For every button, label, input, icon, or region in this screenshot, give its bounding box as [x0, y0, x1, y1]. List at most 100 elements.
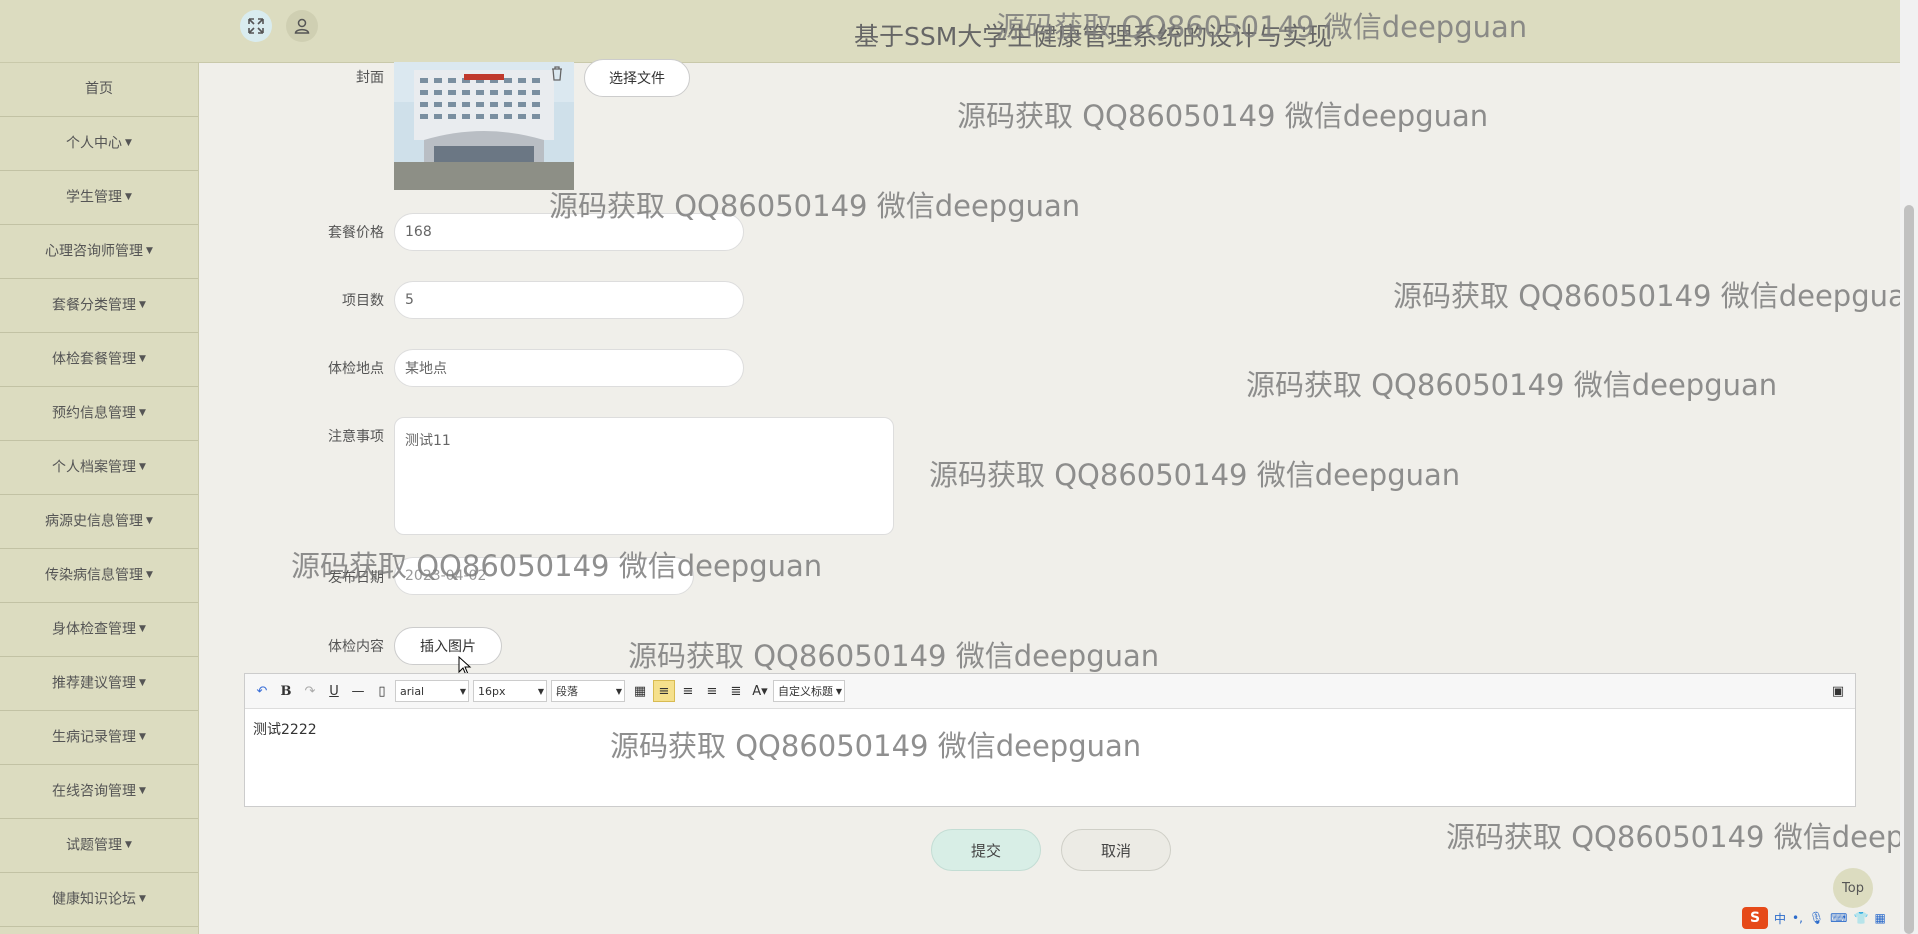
- publish-date-label: 发布日期: [328, 570, 384, 586]
- caret-down-icon: ▼: [139, 894, 146, 904]
- location-input[interactable]: 某地点: [394, 349, 744, 387]
- watermark: 源码获取 QQ86050149 微信deepguan: [628, 639, 1160, 673]
- price-label: 套餐价格: [328, 225, 384, 241]
- align-justify-icon[interactable]: ≣: [725, 680, 747, 702]
- location-label: 体检地点: [328, 361, 384, 377]
- caret-down-icon: ▼: [139, 732, 146, 742]
- sidebar-item-checkup-package[interactable]: 体检套餐管理 ▼: [0, 333, 198, 387]
- sidebar-item-label: 病源史信息管理: [45, 513, 144, 530]
- sidebar-item-label: 预约信息管理: [52, 405, 137, 422]
- fullscreen-button[interactable]: [240, 10, 272, 42]
- sidebar-item-home[interactable]: 首页: [0, 63, 198, 117]
- choose-file-button[interactable]: 选择文件: [584, 59, 690, 97]
- notes-label: 注意事项: [328, 429, 384, 445]
- sidebar-item-personal-records[interactable]: 个人档案管理 ▼: [0, 441, 198, 495]
- ime-toolbar[interactable]: S 中 •, 🎙 ⌨ 👕 ▦: [1742, 906, 1886, 930]
- sidebar-item-online-consult[interactable]: 在线咨询管理 ▼: [0, 765, 198, 819]
- caret-down-icon: ▼: [146, 246, 153, 256]
- caret-down-icon: ▼: [125, 192, 132, 202]
- custom-title-select[interactable]: 自定义标题 ▼: [773, 680, 845, 702]
- sidebar-item-appointments[interactable]: 预约信息管理 ▼: [0, 387, 198, 441]
- sidebar-item-recommendations[interactable]: 推荐建议管理 ▼: [0, 657, 198, 711]
- underline-icon[interactable]: U: [323, 680, 345, 702]
- font-size-select[interactable]: 16px ▼: [473, 680, 547, 702]
- sidebar-item-students[interactable]: 学生管理 ▼: [0, 171, 198, 225]
- expand-icon: [248, 18, 264, 34]
- caret-down-icon: ▼: [139, 786, 146, 796]
- caret-down-icon: ▼: [146, 516, 153, 526]
- dropdown-arrow-icon: ▼: [615, 686, 622, 696]
- caret-down-icon: ▼: [146, 570, 153, 580]
- sidebar-item-label: 推荐建议管理: [52, 675, 137, 692]
- sidebar-item-label: 试题管理: [66, 837, 123, 854]
- trash-icon[interactable]: [550, 65, 564, 81]
- cancel-button[interactable]: 取消: [1061, 829, 1171, 871]
- cover-label: 封面: [356, 70, 384, 86]
- align-left-icon[interactable]: ≡: [653, 680, 675, 702]
- sidebar-item-quiz[interactable]: 试题管理 ▼: [0, 819, 198, 873]
- redo-icon[interactable]: ↷: [299, 680, 321, 702]
- watermark: 源码获取 QQ86050149 微信deepguan: [1246, 368, 1778, 402]
- sidebar-item-sickness-records[interactable]: 生病记录管理 ▼: [0, 711, 198, 765]
- caret-down-icon: ▼: [125, 840, 132, 850]
- sidebar-item-label: 健康知识论坛: [52, 891, 137, 908]
- paragraph-select[interactable]: 段落 ▼: [551, 680, 625, 702]
- keyboard-icon: ⌨: [1830, 911, 1848, 925]
- sidebar-item-label: 个人中心: [66, 135, 123, 152]
- publish-date-input[interactable]: 2023-04-02: [394, 557, 694, 595]
- sidebar-item-package-category[interactable]: 套餐分类管理 ▼: [0, 279, 198, 333]
- caret-down-icon: ▼: [139, 678, 146, 688]
- font-family-select[interactable]: arial ▼: [395, 680, 469, 702]
- table-icon[interactable]: ▦: [629, 680, 651, 702]
- page-icon[interactable]: ▯: [371, 680, 393, 702]
- font-size-value: 16px: [478, 684, 506, 698]
- insert-image-button[interactable]: 插入图片: [394, 627, 502, 665]
- sidebar-item-infectious-disease[interactable]: 传染病信息管理 ▼: [0, 549, 198, 603]
- site-title: 基于SSM大学生健康管理系统的设计与实现: [854, 22, 1333, 51]
- sidebar: 首页 个人中心 ▼ 学生管理 ▼ 心理咨询师管理 ▼ 套餐分类管理 ▼ 体检套餐管理 ▼ …: [0, 63, 199, 934]
- watermark: 源码获取 QQ86050149 微信deepguan: [1446, 820, 1918, 854]
- bold-icon[interactable]: B: [275, 680, 297, 702]
- caret-down-icon: ▼: [139, 300, 146, 310]
- sidebar-item-label: 在线咨询管理: [52, 783, 137, 800]
- sidebar-item-counselors[interactable]: 心理咨询师管理 ▼: [0, 225, 198, 279]
- sidebar-item-label: 学生管理: [66, 189, 123, 206]
- skin-icon: 👕: [1853, 911, 1869, 925]
- editor-toolbar: ↶ B ↷ U — ▯ arial ▼ 16px ▼ 段落 ▼ ▦ ≡ ≡ ≡ ≣ A…: [245, 674, 1855, 709]
- sidebar-item-label: 个人档案管理: [52, 459, 137, 476]
- punctuation-icon: •,: [1792, 911, 1803, 925]
- align-right-icon[interactable]: ≡: [677, 680, 699, 702]
- sidebar-item-label: 身体检查管理: [52, 621, 137, 638]
- undo-icon[interactable]: ↶: [251, 680, 273, 702]
- back-to-top-button[interactable]: Top: [1833, 868, 1873, 908]
- ime-language: 中: [1774, 911, 1787, 926]
- source-view-icon[interactable]: ▣: [1827, 680, 1849, 702]
- watermark: 源码获取 QQ86050149 微信deepguan: [1393, 279, 1918, 313]
- items-count-input[interactable]: 5: [394, 281, 744, 319]
- dropdown-arrow-icon: ▼: [537, 686, 544, 696]
- sidebar-item-label: 传染病信息管理: [45, 567, 144, 584]
- font-color-icon[interactable]: A▾: [749, 680, 771, 702]
- sidebar-item-personal-center[interactable]: 个人中心 ▼: [0, 117, 198, 171]
- align-center-icon[interactable]: ≡: [701, 680, 723, 702]
- paragraph-value: 段落: [556, 685, 578, 698]
- sidebar-item-health-forum[interactable]: 健康知识论坛 ▼: [0, 873, 198, 927]
- caret-down-icon: ▼: [139, 354, 146, 364]
- sogou-ime-icon: S: [1742, 907, 1768, 929]
- caret-down-icon: ▼: [139, 408, 146, 418]
- custom-title-value: 自定义标题: [778, 685, 833, 698]
- rich-text-editor: ↶ B ↷ U — ▯ arial ▼ 16px ▼ 段落 ▼ ▦ ≡ ≡ ≡ ≣ A…: [244, 673, 1856, 807]
- editor-content[interactable]: 测试2222: [245, 709, 1855, 749]
- sidebar-item-label: 心理咨询师管理: [45, 243, 144, 260]
- user-icon: [294, 18, 310, 34]
- user-button[interactable]: [286, 10, 318, 42]
- sidebar-item-medical-history[interactable]: 病源史信息管理 ▼: [0, 495, 198, 549]
- notes-textarea[interactable]: 测试11: [394, 417, 894, 535]
- horizontal-rule-icon[interactable]: —: [347, 680, 369, 702]
- price-input[interactable]: 168: [394, 213, 744, 251]
- sidebar-item-physical-exam[interactable]: 身体检查管理 ▼: [0, 603, 198, 657]
- submit-button[interactable]: 提交: [931, 829, 1041, 871]
- toolbox-icon: ▦: [1874, 911, 1886, 925]
- scrollbar-thumb[interactable]: [1904, 205, 1914, 934]
- items-count-label: 项目数: [342, 293, 384, 309]
